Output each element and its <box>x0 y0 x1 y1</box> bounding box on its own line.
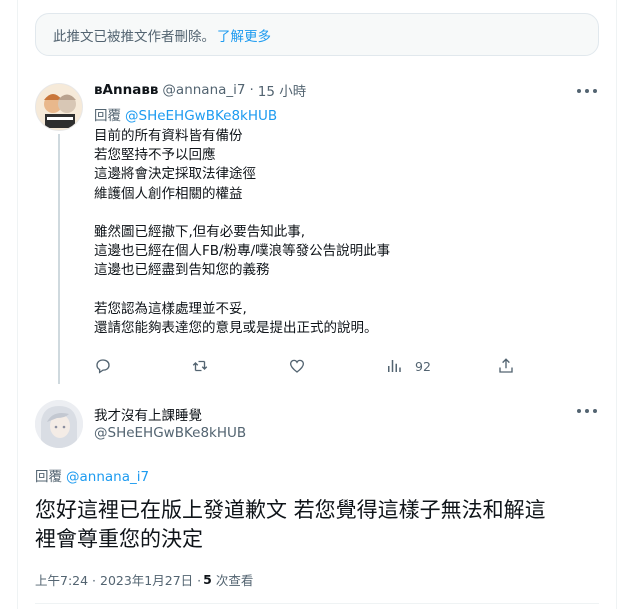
views-count: 5 <box>203 572 212 587</box>
tweet-line: 這邊也已經盡到告知您的義務 <box>94 262 270 279</box>
tweet-line: 維護個人創作相關的權益 <box>94 185 243 202</box>
like-button[interactable] <box>288 357 306 375</box>
views-button[interactable]: 92 <box>385 357 431 375</box>
avatar[interactable] <box>35 400 83 448</box>
deleted-tweet-notice: 此推文已被推文作者刪除。 了解更多 <box>35 13 599 56</box>
tweet-line: 裡會尊重您的決定 <box>35 527 203 551</box>
retweet-button[interactable] <box>191 357 209 375</box>
views-label: 次查看 <box>215 573 254 588</box>
tweet-text: 您好這裡已在版上發道歉文 若您覺得這樣子無法和解這 裡會尊重您的決定 <box>35 496 605 554</box>
tweet-line: 這邊將會決定採取法律途徑 <box>94 166 256 183</box>
replying-to: 回覆 @annana_i7 <box>35 465 149 485</box>
deleted-notice-text: 此推文已被推文作者刪除。 <box>53 28 215 45</box>
more-icon[interactable] <box>577 87 597 95</box>
views-icon <box>388 360 401 372</box>
reply-to-handle[interactable]: @annana_i7 <box>66 469 149 485</box>
tweet-timestamp[interactable]: 上午7:24 · 2023年1月27日 · <box>35 570 201 589</box>
replying-to: 回覆 @SHeEHGwBKe8kHUB <box>94 104 277 124</box>
tweet-actions: 92 <box>94 357 534 377</box>
tweet-line: 若您認為這樣處理並不妥, <box>94 300 247 317</box>
timeline-border-right <box>616 0 617 609</box>
user-handle[interactable]: @annana_i7 <box>162 82 245 98</box>
separator-dot: · <box>249 82 254 98</box>
more-icon[interactable] <box>577 407 597 415</box>
tweet-timestamp-row: 上午7:24 · 2023年1月27日 · 5 次查看 <box>35 570 253 589</box>
views-count: 92 <box>415 358 431 374</box>
display-name[interactable]: ʙAnnaʙʙ <box>94 82 158 98</box>
divider <box>35 603 599 604</box>
thread-connector-line <box>58 134 60 384</box>
user-handle[interactable]: @SHeEHGwBKe8kHUB <box>94 425 246 441</box>
avatar[interactable] <box>35 83 83 131</box>
reply-prefix: 回覆 <box>35 469 62 485</box>
tweet-line: 這邊也已經在個人FB/粉專/噗浪等發公告說明此事 <box>94 243 391 260</box>
tweet-time[interactable]: 15 小時 <box>258 80 306 100</box>
tweet-line: 雖然圖已經撤下,但有必要告知此事, <box>94 223 306 240</box>
reply-prefix: 回覆 <box>94 108 121 124</box>
display-name[interactable]: 我才沒有上課睡覺 <box>94 404 202 424</box>
tweet-line: 您好這裡已在版上發道歉文 若您覺得這樣子無法和解這 <box>35 498 546 522</box>
tweet-line: 還請您能夠表達您的意見或是提出正式的說明。 <box>94 319 378 336</box>
learn-more-link[interactable]: 了解更多 <box>217 25 271 45</box>
reply-to-handle[interactable]: @SHeEHGwBKe8kHUB <box>125 108 277 124</box>
reply-button[interactable] <box>94 357 112 375</box>
retweet-icon <box>192 360 208 372</box>
tweet-text: 目前的所有資料皆有備份 若您堅持不予以回應 這邊將會決定採取法律途徑 維護個人創… <box>94 127 594 338</box>
timeline-border-left <box>17 0 18 609</box>
tweet-line: 目前的所有資料皆有備份 <box>94 128 243 144</box>
like-icon <box>289 359 305 373</box>
tweet-line: 若您堅持不予以回應 <box>94 147 216 164</box>
tweet-header: ʙAnnaʙʙ @annana_i7 · 15 小時 <box>94 80 306 100</box>
share-button[interactable] <box>497 357 515 375</box>
share-icon <box>499 358 513 373</box>
reply-icon <box>96 359 110 374</box>
